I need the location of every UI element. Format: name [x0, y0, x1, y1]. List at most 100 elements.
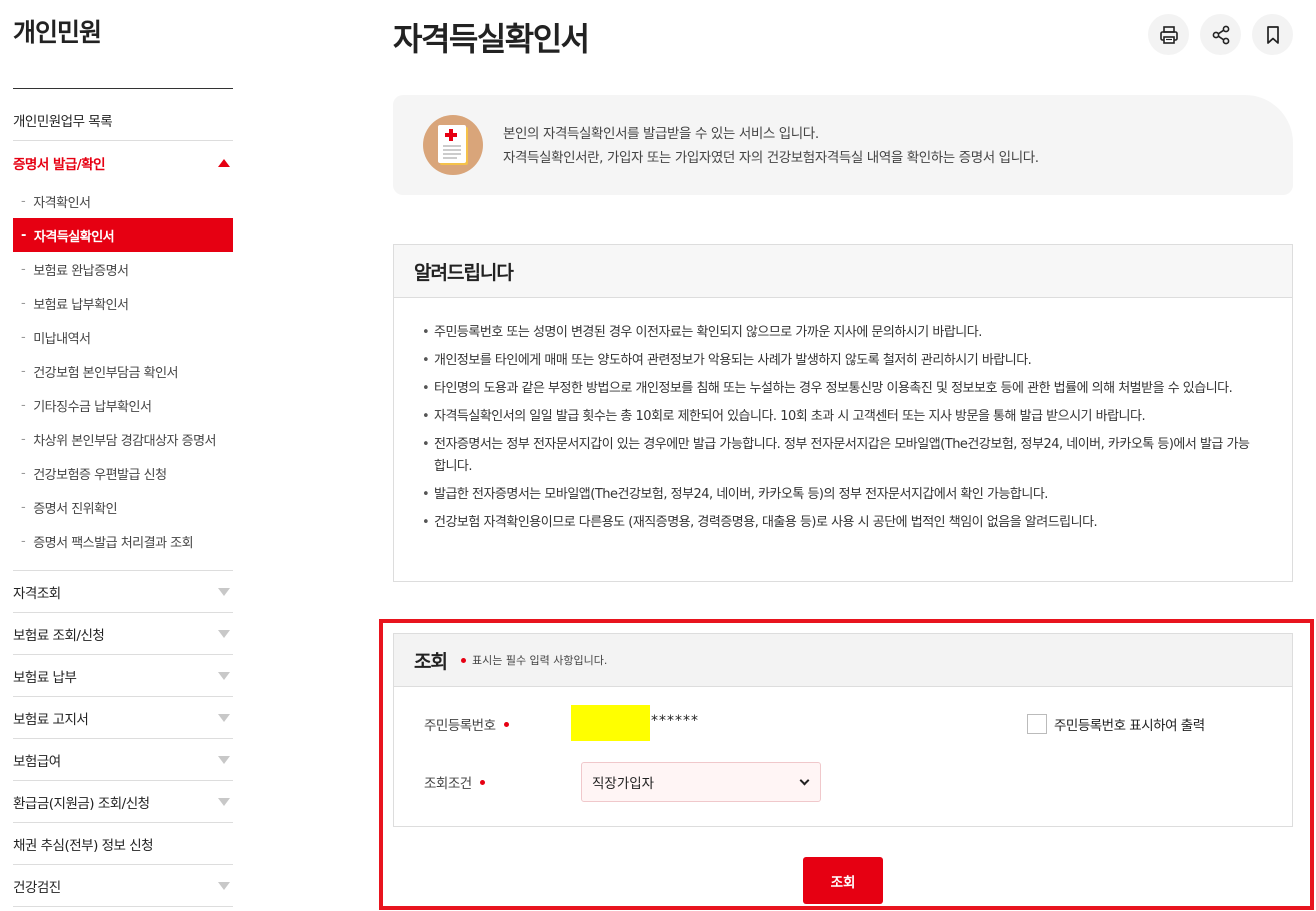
sidebar-item-label: 개인민원업무 목록	[13, 114, 113, 130]
form-title: 조회	[414, 650, 448, 673]
dash-icon: -	[21, 363, 26, 379]
sidebar-subitem-label: 증명서 팩스발급 처리결과 조회	[33, 535, 194, 551]
sidebar-item[interactable]: 보험료 고지서	[13, 697, 233, 739]
dash-icon: -	[21, 295, 26, 311]
sidebar-item[interactable]: 채권 추심(전부) 정보 신청	[13, 823, 233, 865]
sidebar-subitem-label: 기타징수금 납부확인서	[33, 399, 152, 415]
share-button[interactable]	[1200, 14, 1241, 55]
required-note: 표시는 필수 입력 사항입니다.	[460, 652, 608, 668]
sidebar-subitem[interactable]: - 증명서 팩스발급 처리결과 조회	[13, 524, 233, 558]
sidebar-subitem-label: 보험료 납부확인서	[33, 297, 129, 313]
condition-label: 조회조건	[424, 772, 485, 792]
dash-icon: -	[21, 431, 26, 447]
sidebar-item-certificates[interactable]: 증명서 발급/확인	[13, 141, 233, 184]
sidebar-subitem[interactable]: - 미납내역서	[13, 320, 233, 354]
sidebar-divider	[13, 88, 233, 89]
print-button[interactable]	[1148, 14, 1189, 55]
rrn-redaction	[571, 705, 650, 741]
search-form: 조회 표시는 필수 입력 사항입니다. 주민등록번호 ****** 주민등록번호…	[393, 633, 1293, 827]
print-rrn-label: 주민등록번호 표시하여 출력	[1054, 718, 1205, 734]
triangle-up-icon	[218, 158, 230, 167]
sidebar-item-label: 보험료 고지서	[13, 711, 89, 728]
triangle-down-icon	[218, 629, 230, 638]
search-button[interactable]: 조회	[803, 857, 883, 904]
sidebar-submenu: - 자격확인서 - 자격득실확인서 - 보험료 완납증명서 - 보험료 납부확인서 -미…	[13, 184, 233, 571]
triangle-down-icon	[218, 671, 230, 680]
intro-text: 본인의 자격득실확인서를 발급받을 수 있는 서비스 입니다. 자격득실확인서란…	[503, 122, 1039, 170]
required-dot-icon	[503, 721, 509, 727]
print-rrn-checkbox[interactable]	[1027, 714, 1047, 734]
sidebar-item[interactable]: 자격조회	[13, 571, 233, 613]
sidebar-subitem-label: 건강보험증 우편발급 신청	[33, 467, 167, 483]
intro-line: 본인의 자격득실확인서를 발급받을 수 있는 서비스 입니다.	[503, 126, 819, 142]
chevron-down-icon	[799, 775, 810, 785]
triangle-down-icon	[218, 587, 230, 596]
condition-select[interactable]: 직장가입자	[581, 762, 821, 802]
sidebar-subitem[interactable]: - 보험료 납부확인서	[13, 286, 233, 320]
condition-label-text: 조회조건	[424, 776, 472, 792]
dash-icon: -	[21, 193, 26, 209]
printer-icon	[1159, 25, 1178, 44]
required-dot-icon	[479, 779, 485, 785]
sidebar-subitem[interactable]: - 차상위 본인부담 경감대상자 증명서	[13, 422, 233, 456]
triangle-down-icon	[218, 797, 230, 806]
sidebar-subitem[interactable]: - 증명서 진위확인	[13, 490, 233, 524]
sidebar-item[interactable]: 환급금(지원금) 조회/신청	[13, 781, 233, 823]
sidebar-title: 개인민원	[13, 18, 102, 47]
notice-item: 타인명의 도용과 같은 부정한 방법으로 개인정보를 침해 또는 누설하는 경우…	[422, 378, 1252, 400]
dash-icon: -	[21, 465, 26, 481]
notice-item: 건강보험 자격확인용이므로 다른용도 (재직증명용, 경력증명용, 대출용 등)…	[422, 512, 1252, 534]
form-header: 조회 표시는 필수 입력 사항입니다.	[394, 634, 1292, 687]
sidebar-item-civil-list[interactable]: 개인민원업무 목록	[13, 100, 233, 141]
sidebar-item[interactable]: 보험료 조회/신청	[13, 613, 233, 655]
dash-icon: -	[21, 261, 26, 277]
notice-item: 주민등록번호 또는 성명이 변경된 경우 이전자료는 확인되지 않으므로 가까운…	[422, 322, 1252, 344]
sidebar-subitem[interactable]: - 자격확인서	[13, 184, 233, 218]
sidebar-subitem[interactable]: - 기타징수금 납부확인서	[13, 388, 233, 422]
bookmark-button[interactable]	[1252, 14, 1293, 55]
sidebar-item-label: 환급금(지원금) 조회/신청	[13, 795, 150, 812]
notice-box: 알려드립니다 주민등록번호 또는 성명이 변경된 경우 이전자료는 확인되지 않…	[393, 244, 1293, 582]
required-note-text: 표시는 필수 입력 사항입니다.	[471, 654, 608, 667]
bookmark-icon	[1266, 25, 1279, 44]
sidebar-item-label: 증명서 발급/확인	[13, 156, 106, 173]
sidebar-subitem[interactable]: - 건강보험증 우편발급 신청	[13, 456, 233, 490]
sidebar-subitem-label: 건강보험 본인부담금 확인서	[33, 365, 178, 381]
sidebar-subitem[interactable]: - 보험료 완납증명서	[13, 252, 233, 286]
triangle-down-icon	[218, 755, 230, 764]
page-title: 자격득실확인서	[393, 20, 590, 58]
sidebar-item[interactable]: 보험급여	[13, 739, 233, 781]
sidebar-item-label: 자격조회	[13, 585, 61, 602]
dash-icon: -	[21, 533, 26, 549]
sidebar-subitem-label: 자격확인서	[33, 195, 91, 211]
sidebar-subitem-label: 미납내역서	[33, 331, 91, 347]
sidebar-item[interactable]: 보험료 납부	[13, 655, 233, 697]
notice-title: 알려드립니다	[394, 245, 1292, 298]
sidebar-subitem-label: 보험료 완납증명서	[33, 263, 129, 279]
triangle-down-icon	[218, 881, 230, 890]
sidebar-subitem[interactable]: - 건강보험 본인부담금 확인서	[13, 354, 233, 388]
sidebar-subitem-label: 자격득실확인서	[33, 229, 115, 245]
intro-box: 본인의 자격득실확인서를 발급받을 수 있는 서비스 입니다. 자격득실확인서란…	[393, 95, 1293, 195]
sidebar-item-label: 보험료 조회/신청	[13, 627, 105, 644]
sidebar-subitem-active[interactable]: - 자격득실확인서	[13, 218, 233, 252]
dash-icon: -	[21, 499, 26, 515]
share-icon	[1212, 25, 1229, 44]
notice-item: 개인정보를 타인에게 매매 또는 양도하여 관련정보가 악용되는 사례가 발생하…	[422, 350, 1252, 372]
condition-select-value: 직장가입자	[592, 776, 655, 792]
rrn-label-text: 주민등록번호	[424, 718, 496, 734]
required-dot-icon	[460, 657, 466, 663]
sidebar-subitem-label: 차상위 본인부담 경감대상자 증명서	[33, 433, 217, 449]
print-rrn-option[interactable]: 주민등록번호 표시하여 출력	[1027, 714, 1205, 734]
rrn-masked-value: ******	[651, 713, 699, 729]
notice-item: 자격득실확인서의 일일 발급 횟수는 총 10회로 제한되어 있습니다. 10회…	[422, 406, 1252, 428]
dash-icon: -	[21, 397, 26, 413]
sidebar-item-label: 채권 추심(전부) 정보 신청	[13, 837, 154, 854]
document-icon	[423, 115, 483, 175]
dash-icon: -	[21, 329, 26, 345]
intro-line: 자격득실확인서란, 가입자 또는 가입자였던 자의 건강보험자격득실 내역을 확…	[503, 150, 1039, 166]
sidebar-item-label: 건강검진	[13, 879, 61, 896]
sidebar-item[interactable]: 건강검진	[13, 865, 233, 907]
sidebar-item-label: 보험료 납부	[13, 669, 77, 686]
notice-item: 전자증명서는 정부 전자문서지갑이 있는 경우에만 발급 가능합니다. 정부 전…	[422, 434, 1252, 478]
